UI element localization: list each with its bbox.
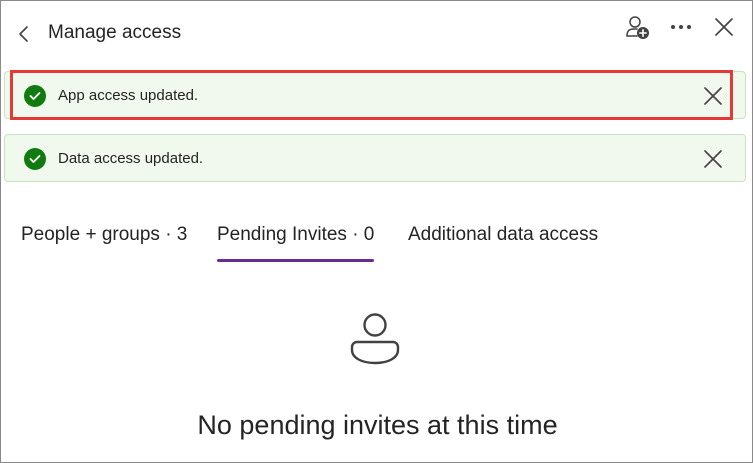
more-horizontal-icon (671, 25, 691, 29)
manage-access-panel: Manage access App access updated. Data a… (0, 0, 753, 463)
close-panel-button[interactable] (708, 11, 740, 43)
tab-people-groups[interactable]: People + groups · 3 (21, 223, 187, 247)
close-icon (704, 150, 722, 168)
checkmark-circle-icon (24, 85, 46, 107)
banner-message: Data access updated. (58, 150, 204, 167)
app-access-banner: App access updated. (4, 71, 746, 119)
checkmark-circle-icon (24, 148, 46, 170)
page-title: Manage access (48, 22, 182, 43)
empty-state-message: No pending invites at this time (197, 410, 558, 440)
dismiss-banner-button[interactable] (699, 145, 727, 173)
back-button[interactable] (11, 21, 37, 47)
data-access-banner: Data access updated. (4, 134, 746, 182)
chevron-left-icon (19, 26, 28, 42)
selected-tab-indicator (217, 259, 374, 262)
banner-message: App access updated. (58, 87, 199, 104)
tab-additional-data-access[interactable]: Additional data access (408, 223, 598, 247)
person-add-icon (626, 16, 649, 39)
person-icon (350, 313, 400, 365)
tab-pending-invites[interactable]: Pending Invites · 0 (217, 223, 374, 247)
more-options-button[interactable] (665, 11, 697, 43)
close-icon (715, 18, 733, 36)
close-icon (704, 87, 722, 105)
dismiss-banner-button[interactable] (699, 82, 727, 110)
add-person-button[interactable] (622, 11, 654, 43)
